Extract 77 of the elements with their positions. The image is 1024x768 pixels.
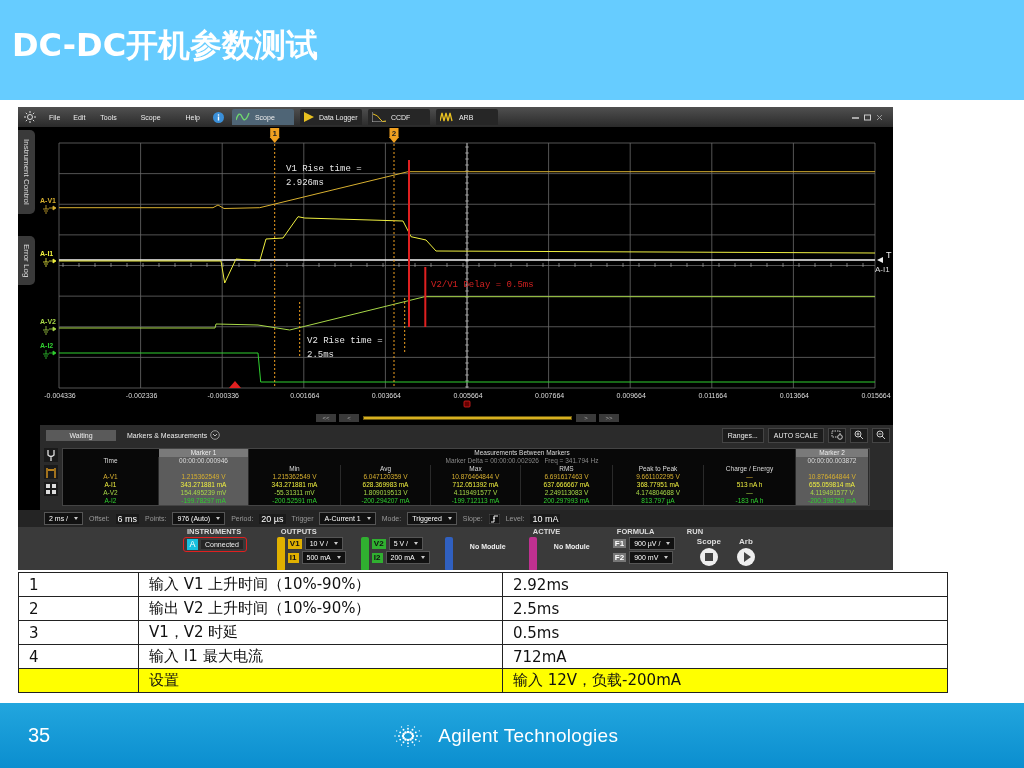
- stop-icon[interactable]: [699, 548, 718, 566]
- play-icon[interactable]: [736, 548, 755, 566]
- caret-icon: [216, 517, 221, 520]
- value-field[interactable]: 6 ms: [115, 513, 140, 524]
- page-number: 35: [28, 724, 51, 747]
- caret-icon: [414, 542, 419, 545]
- maximize-icon[interactable]: [864, 113, 871, 121]
- table-cell: 2.92ms: [502, 572, 948, 597]
- annotation-text: 2.926ms: [286, 178, 324, 188]
- side-tab[interactable]: Error Log: [18, 235, 35, 286]
- sun-icon[interactable]: [24, 111, 36, 123]
- company-logo-text: Agilent Technologies: [438, 724, 619, 747]
- ground-icon: [42, 325, 57, 335]
- annotation-text: V2/V1 Delay = 0.5ms: [431, 280, 534, 290]
- table-cell: 0.5ms: [502, 620, 948, 645]
- grid-icon[interactable]: [44, 482, 58, 496]
- timeline-bar[interactable]: [364, 416, 571, 419]
- table-cell: 输出 V2 上升时间（10%-90%）: [138, 596, 503, 621]
- channel-tag: I1: [287, 552, 299, 563]
- annotation-text: V1 Rise time =: [286, 164, 362, 174]
- run-label: Scope: [696, 537, 721, 546]
- probe-icon[interactable]: [44, 448, 58, 462]
- guide-line: [299, 301, 301, 359]
- table-cell: 设置: [138, 668, 503, 693]
- slide-title: DC-DC开机参数测试: [12, 25, 319, 66]
- chart-icon: [371, 112, 386, 122]
- trigger-arrow-icon: [877, 257, 883, 263]
- slope-icon[interactable]: [488, 513, 500, 524]
- zoom-in-icon[interactable]: [850, 427, 868, 443]
- table-cell: 输入 V1 上升时间（10%-90%）: [138, 572, 503, 597]
- table-cell: 输入 I1 最大电流: [138, 644, 503, 669]
- caret-icon: [666, 542, 671, 545]
- annotation-line: [424, 266, 427, 328]
- caret-icon: [664, 556, 669, 559]
- table-cell: 4: [18, 644, 139, 669]
- trigger-icon: [229, 381, 241, 388]
- annotation-text: 2.5ms: [307, 350, 334, 360]
- value-field[interactable]: 10 mA: [530, 513, 561, 524]
- table-cell: V1，V2 时延: [138, 620, 503, 645]
- annotation-text: V2 Rise time =: [307, 336, 383, 346]
- triangle-icon: [303, 112, 314, 122]
- caret-icon: [333, 542, 338, 545]
- value-field[interactable]: 20 µs: [259, 513, 286, 524]
- caret-icon: [336, 556, 341, 559]
- wave-icon: [235, 112, 250, 122]
- table-cell: 2: [18, 596, 139, 621]
- table-cell: 输入 12V，负载-200mA: [502, 668, 948, 693]
- side-tab[interactable]: Instrument Control: [18, 130, 35, 214]
- guide-line: [404, 297, 406, 354]
- formula-tag: F2: [612, 553, 627, 562]
- trigger-channel-label: A-I1: [875, 265, 890, 274]
- ground-icon: [42, 257, 57, 267]
- table-cell: 712mA: [502, 644, 948, 669]
- zoom-out-icon[interactable]: [872, 427, 890, 443]
- table-cell: 2.5ms: [502, 596, 948, 621]
- caret-icon: [420, 556, 425, 559]
- trigger-label: T: [886, 250, 892, 260]
- channel-tag: V2: [371, 538, 386, 549]
- zoom-box-icon[interactable]: [828, 427, 846, 443]
- run-label: Arb: [739, 537, 753, 546]
- channel-tag: V1: [287, 538, 302, 549]
- table-cell: 1: [18, 572, 139, 597]
- chevron-icon[interactable]: [210, 430, 221, 440]
- close-icon[interactable]: [876, 113, 883, 121]
- instrument-badge: A: [187, 539, 198, 550]
- caret-icon: [74, 517, 79, 520]
- info-icon[interactable]: [212, 111, 224, 123]
- table-cell: 3: [18, 620, 139, 645]
- channel-tag: I2: [371, 552, 383, 563]
- ground-icon: [42, 204, 57, 214]
- zigzag-icon: [439, 112, 454, 122]
- formula-tag: F1: [612, 539, 627, 548]
- ground-icon: [42, 349, 57, 359]
- marker-icon[interactable]: [44, 465, 58, 479]
- position-marker-icon: [463, 400, 471, 408]
- caret-icon: [447, 517, 452, 520]
- caret-icon: [366, 517, 371, 520]
